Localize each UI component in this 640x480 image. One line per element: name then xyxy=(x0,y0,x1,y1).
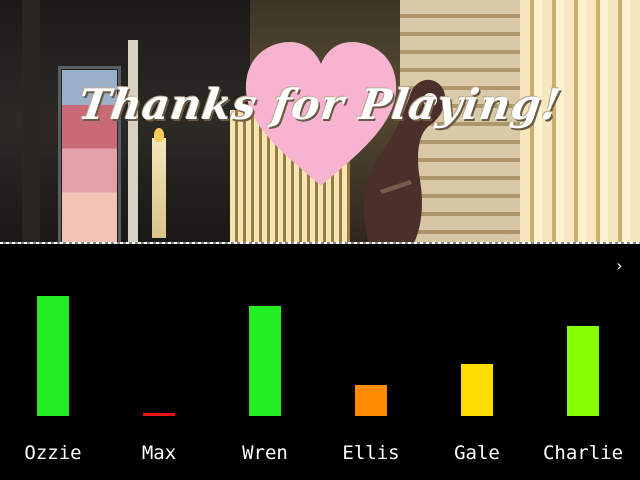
affection-bar xyxy=(461,364,493,416)
character-column: Wren xyxy=(212,246,318,480)
character-column: Max xyxy=(106,246,212,480)
affection-bar xyxy=(249,306,281,416)
affection-bar xyxy=(37,296,69,416)
affection-bar xyxy=(355,385,387,416)
character-column: Ellis xyxy=(318,246,424,480)
candle xyxy=(152,138,166,238)
thanks-title: Thanks for Playing! xyxy=(75,80,565,129)
character-name-label: Charlie xyxy=(542,442,624,464)
character-column: Ozzie xyxy=(0,246,106,480)
ending-artwork: Thanks for Playing! xyxy=(0,0,640,244)
character-name-label: Wren xyxy=(242,442,288,464)
character-name-label: Gale xyxy=(454,442,500,464)
character-name-label: Max xyxy=(141,442,177,464)
panel-divider xyxy=(0,242,640,244)
character-column: Gale xyxy=(424,246,530,480)
pillar xyxy=(128,40,138,244)
affection-bar xyxy=(567,326,599,416)
character-name-label: Ellis xyxy=(342,442,400,464)
affection-bar xyxy=(143,413,175,416)
character-column: Charlie xyxy=(530,246,636,480)
character-name-label: Ozzie xyxy=(24,442,82,464)
affection-results-panel: › Ozzie Max Wren Ellis Gale Charlie xyxy=(0,246,640,480)
candle-flame xyxy=(154,128,164,142)
